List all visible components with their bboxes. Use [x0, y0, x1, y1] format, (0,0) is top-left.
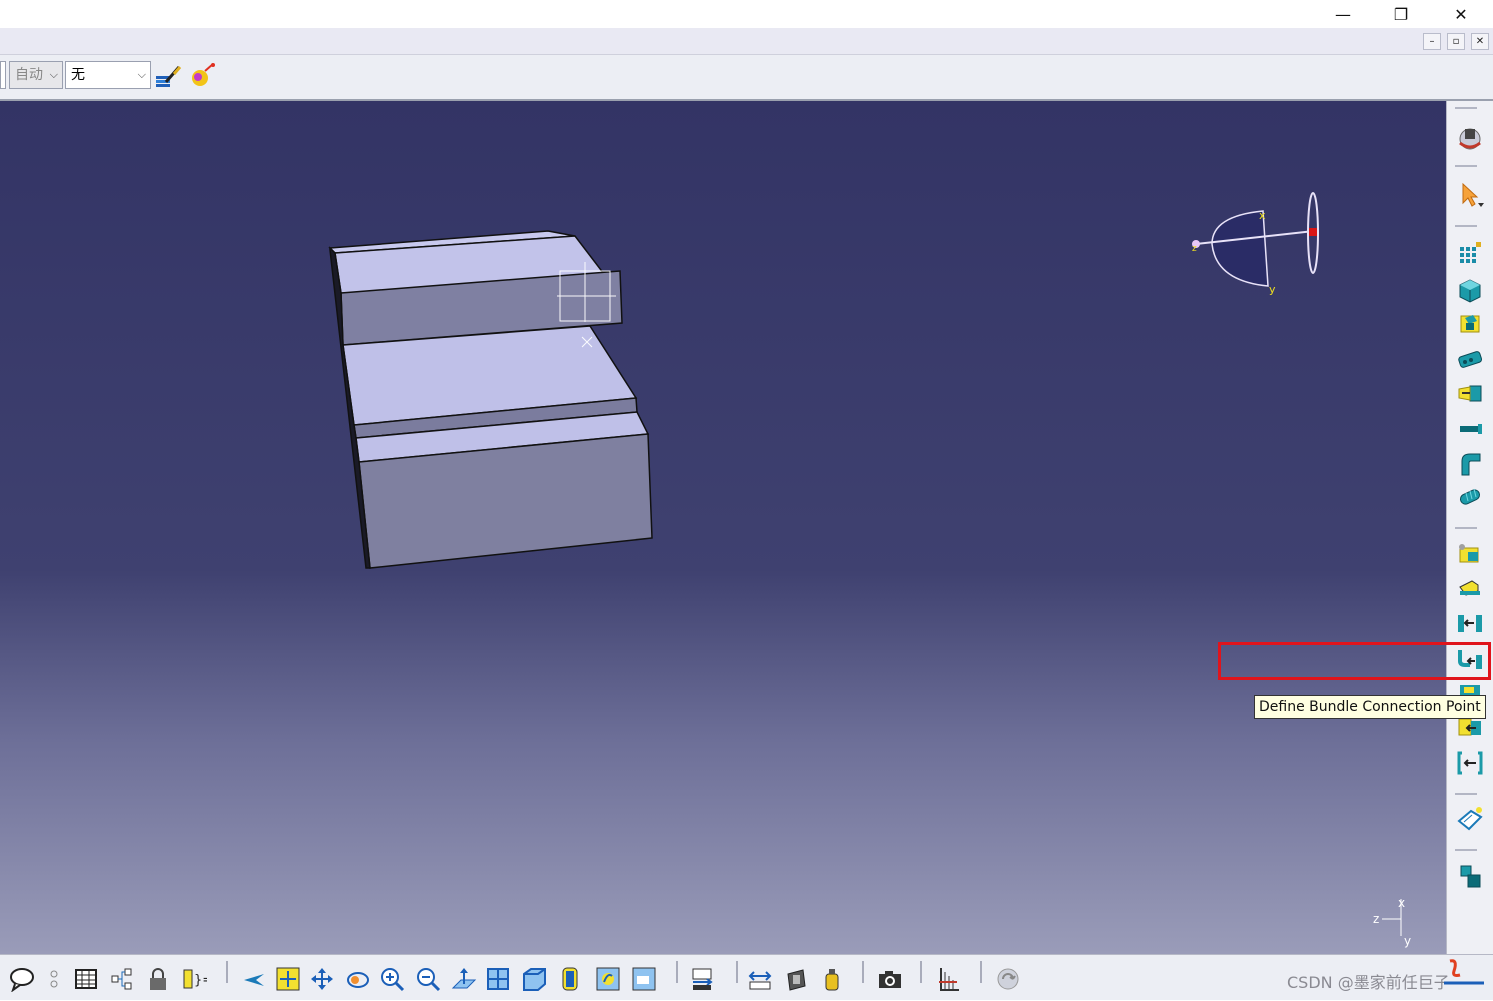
toolbar-separator — [676, 961, 678, 983]
define-internal-connection-icon[interactable] — [1456, 749, 1484, 777]
update-icon[interactable] — [994, 965, 1022, 993]
triad-y-label: y — [1404, 934, 1411, 948]
pan-icon[interactable] — [308, 965, 336, 993]
toolbar-separator — [980, 961, 982, 983]
measure-between-icon[interactable] — [746, 965, 774, 993]
close-window-button[interactable]: ✕ — [1438, 0, 1484, 28]
triad-x-label: x — [1398, 896, 1405, 910]
highlight-annotation-box — [1218, 642, 1491, 680]
iso-view-icon[interactable] — [520, 965, 548, 993]
define-connection-point-icon[interactable] — [1456, 609, 1484, 637]
bundle-segment-icon[interactable] — [1456, 415, 1484, 443]
document-window-bar: – ▫ ✕ — [0, 28, 1493, 55]
grid-axis-icon[interactable] — [934, 965, 962, 993]
hole-icon[interactable] — [40, 965, 68, 993]
filter-combo[interactable]: 无 ⌵ — [65, 61, 151, 89]
catia-logo — [1440, 957, 1488, 997]
normal-view-icon[interactable] — [450, 965, 478, 993]
toolbar-separator — [1455, 849, 1477, 851]
chevron-down-icon: ⌵ — [49, 68, 58, 81]
connector-icon[interactable] — [1456, 345, 1484, 373]
part-properties-icon[interactable] — [1456, 805, 1484, 833]
toolbar-separator — [736, 961, 738, 983]
toolbar-separator — [920, 961, 922, 983]
formula-icon[interactable]: }= — [180, 965, 208, 993]
grid-icon[interactable] — [1456, 239, 1484, 267]
toolbar-separator — [862, 961, 864, 983]
table-icon[interactable] — [72, 965, 100, 993]
multi-view-icon[interactable] — [484, 965, 512, 993]
define-cavity-icon[interactable] — [1456, 539, 1484, 567]
bottom-toolbar: }= CSDN @墨家前任巨子 — [0, 954, 1493, 1000]
compass-x-label: x — [1259, 209, 1266, 222]
compass-widget[interactable]: x y z — [1188, 191, 1328, 296]
watermark-text: CSDN @墨家前任巨子 — [1287, 973, 1450, 992]
restore-window-button[interactable]: ❐ — [1378, 0, 1424, 28]
toolbar-separator — [1455, 793, 1477, 795]
capture-icon[interactable] — [876, 965, 904, 993]
measure-icon[interactable] — [688, 965, 716, 993]
right-toolbar — [1446, 101, 1493, 954]
electrical-box-icon[interactable] — [1456, 275, 1484, 303]
toolbar-separator — [1455, 107, 1477, 109]
paintbrush-icon[interactable] — [154, 62, 182, 90]
zoom-in-icon[interactable] — [378, 965, 406, 993]
compass-z-label: z — [1192, 244, 1197, 254]
properties-painter-icon[interactable] — [189, 62, 217, 90]
document-restore-button[interactable]: ▫ — [1447, 33, 1465, 50]
layer-combo[interactable]: 自动 ⌵ — [9, 61, 63, 89]
back-shell-icon[interactable] — [1456, 379, 1484, 407]
truncated-combo[interactable] — [0, 61, 6, 89]
assembly-constraint-icon[interactable] — [1456, 863, 1484, 891]
toolbar-separator — [1455, 165, 1477, 167]
inertia-icon[interactable] — [782, 965, 810, 993]
document-close-button[interactable]: ✕ — [1471, 33, 1489, 50]
lock-icon[interactable] — [144, 965, 172, 993]
fit-all-icon[interactable] — [274, 965, 302, 993]
toolbar-separator — [1455, 225, 1477, 227]
window-title-bar: — ❐ ✕ — [0, 0, 1493, 28]
workbench-electrical-icon[interactable] — [1456, 123, 1484, 151]
bent-pipe-icon[interactable] — [1456, 449, 1484, 477]
swap-space-icon[interactable] — [630, 965, 658, 993]
tooltip: Define Bundle Connection Point — [1254, 695, 1486, 719]
3d-viewport[interactable]: x y z x y z — [0, 101, 1446, 954]
toolbar-separator — [1455, 527, 1477, 529]
mass-icon[interactable] — [818, 965, 846, 993]
chevron-down-icon: ⌵ — [137, 68, 146, 81]
toolbar-separator — [226, 961, 228, 983]
rotate-icon[interactable] — [344, 965, 372, 993]
select-cursor-icon[interactable] — [1456, 181, 1484, 209]
triad-z-label: z — [1373, 912, 1379, 926]
document-minimize-button[interactable]: – — [1423, 33, 1441, 50]
fly-mode-icon[interactable] — [240, 965, 268, 993]
define-connector-icon[interactable] — [1456, 575, 1484, 603]
filter-combo-value: 无 — [71, 67, 85, 83]
layer-combo-value: 自动 — [15, 67, 43, 83]
compass-y-label: y — [1269, 283, 1276, 296]
shading-icon[interactable] — [556, 965, 584, 993]
speech-bubble-icon[interactable] — [8, 965, 36, 993]
device-icon[interactable] — [1456, 309, 1484, 337]
cylinder-shell-icon[interactable] — [1456, 483, 1484, 511]
tree-icon[interactable] — [108, 965, 136, 993]
minimize-window-button[interactable]: — — [1320, 0, 1366, 28]
axis-triad: x y z — [1373, 896, 1411, 948]
svg-text:}=: }= — [194, 973, 207, 988]
zoom-out-icon[interactable] — [414, 965, 442, 993]
hide-show-icon[interactable] — [594, 965, 622, 993]
graphic-properties-toolbar: 自动 ⌵ 无 ⌵ — [0, 55, 1493, 101]
